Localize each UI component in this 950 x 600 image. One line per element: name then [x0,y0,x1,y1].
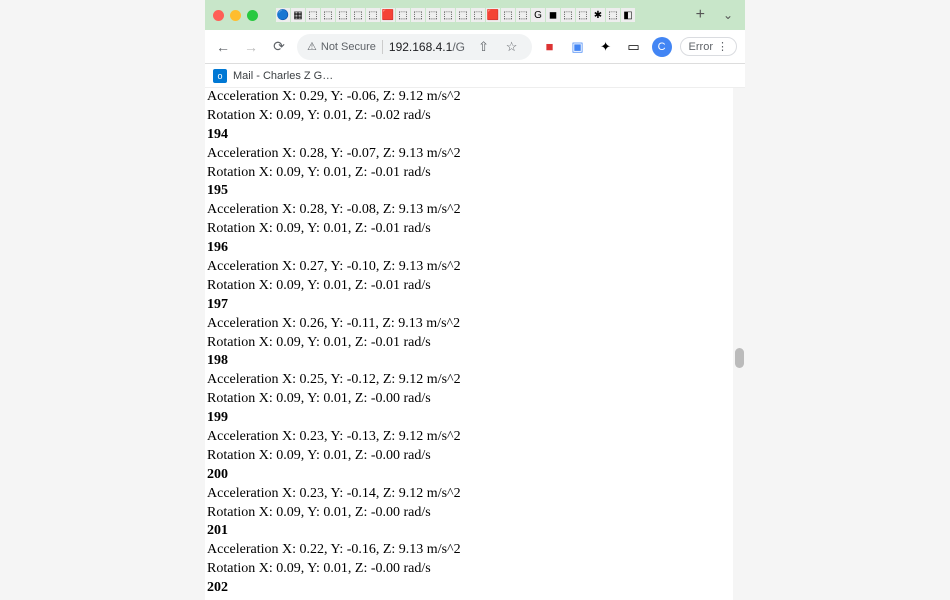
extension-blue-icon[interactable]: ▣ [568,37,588,57]
scrollbar-thumb[interactable] [735,348,744,368]
tab-favicon[interactable]: ⬚ [576,8,590,22]
entry-number: 199 [207,409,743,428]
accel-line: Acceleration X: 0.28, Y: -0.08, Z: 9.13 … [207,201,743,220]
entry-number: 198 [207,352,743,371]
accel-line: Acceleration X: 0.25, Y: -0.12, Z: 9.12 … [207,371,743,390]
rotation-line: Rotation X: 0.09, Y: 0.01, Z: -0.01 rad/… [207,164,743,183]
reload-button[interactable]: ⟳ [269,37,289,57]
error-chip[interactable]: Error ⋮ [680,37,737,56]
tab-favicon[interactable]: ⬚ [396,8,410,22]
toolbar: ← → ⟳ ⚠ Not Secure 192.168.4.1/G ⇧ ☆ ■ ▣… [205,30,745,64]
entry-number: 201 [207,522,743,541]
new-tab-button[interactable]: + [688,6,713,24]
tab-favicon[interactable]: ⬚ [501,8,515,22]
error-label: Error [689,41,713,53]
accel-line: Acceleration X: 0.28, Y: -0.07, Z: 9.13 … [207,145,743,164]
reading-list-icon[interactable]: ▭ [624,37,644,57]
divider [382,40,383,54]
url-path: /G [452,40,465,54]
maximize-icon[interactable] [247,10,258,21]
tab-bar: 🔵▦⬚⬚⬚⬚⬚🟥⬚⬚⬚⬚⬚⬚🟥⬚⬚G◼⬚⬚✱⬚◧⚀🟨😊🟠🦊▦⬚⬚▦⬚🟥▯ + ⌄ [205,0,745,30]
entry-number: 194 [207,126,743,145]
rotation-line: Rotation X: 0.09, Y: 0.01, Z: -0.00 rad/… [207,560,743,579]
address-bar[interactable]: ⚠ Not Secure 192.168.4.1/G ⇧ ☆ [297,34,532,60]
tab-favicon[interactable]: ⬚ [441,8,455,22]
profile-avatar[interactable]: C [652,37,672,57]
rotation-line: Rotation X: 0.09, Y: 0.01, Z: -0.00 rad/… [207,447,743,466]
accel-line: Acceleration X: 0.26, Y: -0.11, Z: 9.13 … [207,315,743,334]
bookmark-item[interactable]: Mail - Charles Z G… [233,70,333,82]
accel-line: Acceleration X: 0.22, Y: -0.16, Z: 9.13 … [207,541,743,560]
extension-red-icon[interactable]: ■ [540,37,560,57]
rotation-line: Rotation X: 0.09, Y: 0.01, Z: -0.00 rad/… [207,504,743,523]
tabs-menu-button[interactable]: ⌄ [719,8,737,22]
rotation-line: Rotation X: 0.09, Y: 0.01, Z: -0.01 rad/… [207,220,743,239]
tab-favicon[interactable]: ⬚ [306,8,320,22]
page-content: Acceleration X: 0.29, Y: -0.06, Z: 9.12 … [205,88,745,600]
tab-favicon[interactable]: ⬚ [561,8,575,22]
minimize-icon[interactable] [230,10,241,21]
window-controls [213,10,258,21]
scrollbar-track[interactable] [733,88,745,600]
share-icon[interactable]: ⇧ [474,37,494,57]
menu-dots-icon[interactable]: ⋮ [717,40,728,53]
tab-favicon[interactable]: ▦ [291,8,305,22]
accel-line: Acceleration X: 0.29, Y: -0.06, Z: 9.12 … [207,88,743,107]
tab-favicon[interactable]: ⬚ [471,8,485,22]
bookmarks-bar: o Mail - Charles Z G… [205,64,745,88]
address-actions: ⇧ ☆ [474,37,522,57]
back-button[interactable]: ← [213,37,233,57]
tab-favicon[interactable]: ⬚ [351,8,365,22]
browser-window: 🔵▦⬚⬚⬚⬚⬚🟥⬚⬚⬚⬚⬚⬚🟥⬚⬚G◼⬚⬚✱⬚◧⚀🟨😊🟠🦊▦⬚⬚▦⬚🟥▯ + ⌄… [205,0,745,600]
tab-favicon[interactable]: ⬚ [516,8,530,22]
bookmark-star-icon[interactable]: ☆ [502,37,522,57]
tab-favicons: 🔵▦⬚⬚⬚⬚⬚🟥⬚⬚⬚⬚⬚⬚🟥⬚⬚G◼⬚⬚✱⬚◧⚀🟨😊🟠🦊▦⬚⬚▦⬚🟥▯ [276,8,636,22]
outlook-icon: o [213,69,227,83]
tab-favicon[interactable]: 🔵 [276,8,290,22]
tab-favicon[interactable]: 🟥 [381,8,395,22]
not-secure-label: Not Secure [321,41,376,53]
entry-number: 196 [207,239,743,258]
tab-favicon[interactable]: ⬚ [456,8,470,22]
entry-number: 195 [207,182,743,201]
entry-number: 202 [207,579,743,598]
tab-favicon[interactable]: G [531,8,545,22]
rotation-line: Rotation X: 0.09, Y: 0.01, Z: -0.01 rad/… [207,334,743,353]
accel-line: Acceleration X: 0.27, Y: -0.10, Z: 9.13 … [207,258,743,277]
url-display: 192.168.4.1/G [389,40,465,54]
entry-number: 200 [207,466,743,485]
tab-favicon[interactable]: ◧ [621,8,635,22]
security-indicator[interactable]: ⚠ Not Secure [307,40,376,53]
close-icon[interactable] [213,10,224,21]
warning-icon: ⚠ [307,40,317,53]
tab-favicon[interactable]: 🟥 [486,8,500,22]
entry-number: 197 [207,296,743,315]
accel-line: Acceleration X: 0.23, Y: -0.14, Z: 9.12 … [207,485,743,504]
tab-favicon[interactable]: ✱ [591,8,605,22]
rotation-line: Rotation X: 0.09, Y: 0.01, Z: -0.01 rad/… [207,277,743,296]
tab-favicon[interactable]: ⬚ [426,8,440,22]
forward-button[interactable]: → [241,37,261,57]
tab-favicon[interactable]: ⬚ [366,8,380,22]
tab-favicon[interactable]: ⬚ [336,8,350,22]
rotation-line: Rotation X: 0.09, Y: 0.01, Z: -0.02 rad/… [207,107,743,126]
rotation-line: Rotation X: 0.09, Y: 0.01, Z: -0.00 rad/… [207,390,743,409]
tab-favicon[interactable]: ⬚ [606,8,620,22]
tab-favicon[interactable]: ◼ [546,8,560,22]
url-host: 192.168.4.1 [389,40,452,54]
tab-favicon[interactable]: ⬚ [321,8,335,22]
tab-favicon[interactable]: ⬚ [411,8,425,22]
accel-line: Acceleration X: 0.23, Y: -0.13, Z: 9.12 … [207,428,743,447]
extensions-icon[interactable]: ✦ [596,37,616,57]
